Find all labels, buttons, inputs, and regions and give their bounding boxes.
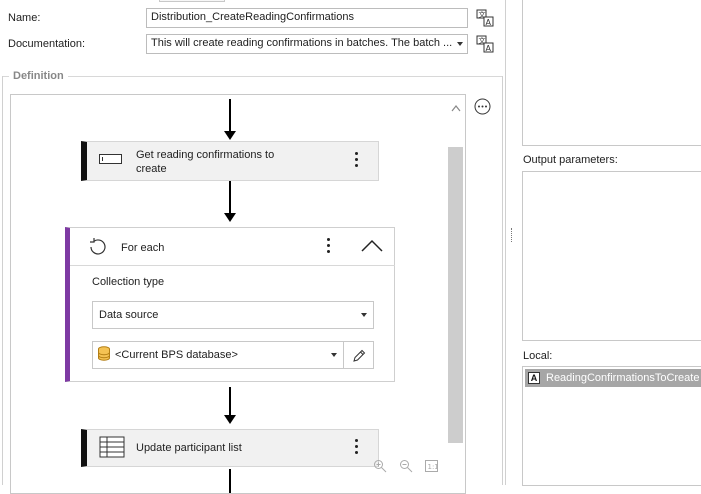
collapse-chevron-up-icon[interactable] <box>360 239 384 256</box>
chevron-down-icon <box>331 353 337 357</box>
zoom-in-icon[interactable] <box>373 459 387 476</box>
scrollbar-thumb[interactable] <box>448 147 463 443</box>
step-menu-icon[interactable] <box>355 152 359 170</box>
name-label: Name: <box>8 12 41 24</box>
vertical-scrollbar[interactable] <box>447 95 465 493</box>
arrow-head <box>224 131 236 140</box>
translate-icon[interactable]: 文 A <box>476 9 494 30</box>
splitter-grip[interactable] <box>511 228 514 242</box>
local-label: Local: <box>523 350 553 362</box>
svg-text:A: A <box>486 18 492 27</box>
table-icon <box>99 436 125 461</box>
arrow-head <box>224 213 236 222</box>
translate-icon[interactable]: 文 A <box>476 35 494 56</box>
more-options-icon[interactable] <box>474 98 491 118</box>
workflow-canvas[interactable]: Get reading confirmations to create For … <box>10 94 466 494</box>
collection-type-label: Collection type <box>92 276 165 288</box>
flow-arrow <box>229 99 231 135</box>
input-parameters-box[interactable] <box>522 0 701 146</box>
documentation-value: This will create reading confirmations i… <box>151 37 453 49</box>
svg-text:A: A <box>486 44 492 53</box>
local-variables-box[interactable]: A ReadingConfirmationsToCreate <box>522 366 701 486</box>
collection-type-select[interactable]: Data source <box>92 301 374 329</box>
svg-text:1:1: 1:1 <box>428 463 439 471</box>
text-type-icon: A <box>528 372 540 384</box>
script-step-icon <box>99 154 122 164</box>
flow-arrow <box>229 387 231 417</box>
panel-divider <box>505 0 506 485</box>
flow-arrow <box>229 469 231 493</box>
local-variable-item[interactable]: A ReadingConfirmationsToCreate <box>525 369 701 387</box>
loop-icon <box>87 236 109 261</box>
database-value: <Current BPS database> <box>115 349 238 361</box>
step-label: Get reading confirmations to create <box>136 149 275 175</box>
collection-type-value: Data source <box>99 309 159 321</box>
output-parameters-box[interactable] <box>522 171 701 341</box>
definition-group-label: Definition <box>9 70 68 82</box>
edit-pencil-button[interactable] <box>343 341 374 369</box>
for-each-container[interactable]: For each Collection type Data source <Cu… <box>65 227 395 382</box>
for-each-header-divider <box>70 265 395 266</box>
actual-size-icon[interactable]: 1:1 <box>425 460 439 475</box>
step-menu-icon[interactable] <box>355 439 359 457</box>
database-select[interactable]: <Current BPS database> <box>92 341 344 369</box>
local-variable-name: ReadingConfirmationsToCreate <box>546 372 700 384</box>
definition-group-border <box>2 76 503 77</box>
documentation-field[interactable]: This will create reading confirmations i… <box>146 34 468 54</box>
for-each-label: For each <box>121 242 165 254</box>
step-update-participant-list[interactable]: Update participant list <box>81 429 379 467</box>
zoom-out-icon[interactable] <box>399 459 413 476</box>
pencil-icon <box>353 349 366 362</box>
flow-arrow <box>229 181 231 215</box>
chevron-down-icon <box>361 313 367 317</box>
definition-group-border-right <box>502 76 503 485</box>
for-each-menu-icon[interactable] <box>327 238 331 256</box>
name-field[interactable]: Distribution_CreateReadingConfirmations <box>146 8 468 28</box>
top-button-stub[interactable] <box>159 0 225 2</box>
database-icon <box>97 345 111 365</box>
scroll-up-icon[interactable] <box>451 103 461 115</box>
arrow-head <box>224 415 236 424</box>
step-label: Update participant list <box>136 442 242 454</box>
definition-group-border-left <box>2 76 3 485</box>
chevron-down-icon[interactable] <box>457 42 463 46</box>
output-parameters-label: Output parameters: <box>523 154 618 166</box>
step-get-reading-confirmations[interactable]: Get reading confirmations to create <box>81 141 379 181</box>
documentation-label: Documentation: <box>8 38 86 50</box>
